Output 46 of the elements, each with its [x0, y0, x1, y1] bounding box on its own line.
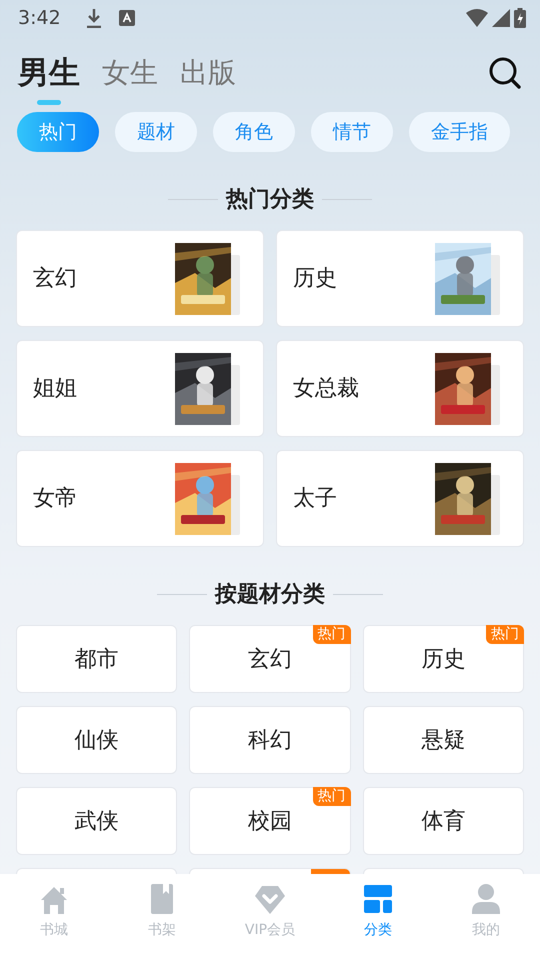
- category-card[interactable]: 姐姐: [16, 340, 264, 437]
- category-card[interactable]: 女帝: [16, 450, 264, 547]
- category-label: 玄幻: [33, 265, 77, 293]
- category-card[interactable]: 女总裁: [276, 340, 524, 437]
- genre-card[interactable]: 仙侠: [16, 706, 178, 774]
- keyboard-a-icon: [118, 10, 135, 26]
- genre-label: 玄幻: [248, 646, 292, 674]
- genre-card[interactable]: 校园 热门: [189, 787, 351, 855]
- hot-badge: 热门: [312, 625, 351, 644]
- hot-badge: 热门: [312, 787, 351, 806]
- grid-icon: [361, 882, 395, 916]
- category-card[interactable]: 历史: [276, 230, 524, 327]
- wifi-icon: [466, 9, 488, 27]
- genre-card[interactable]: 历史 热门: [362, 625, 524, 693]
- battery-icon: [514, 8, 526, 28]
- section-title: 按题材分类: [215, 580, 325, 608]
- genre-card[interactable]: 都市: [16, 625, 178, 693]
- category-label: 历史: [293, 265, 337, 293]
- category-label: 女帝: [33, 485, 77, 513]
- genre-label: 历史: [421, 646, 466, 674]
- genre-card[interactable]: 武侠: [16, 787, 178, 855]
- genre-label: 体育: [421, 808, 466, 836]
- clock: 3:42: [18, 6, 61, 31]
- genre-card[interactable]: 悬疑: [362, 706, 524, 774]
- genre-card[interactable]: 玄幻 热门: [189, 625, 351, 693]
- genre-label: 科幻: [248, 726, 292, 754]
- genre-label: 校园: [248, 808, 292, 836]
- category-label: 女总裁: [293, 375, 359, 403]
- genre-card[interactable]: [189, 868, 351, 874]
- genre-label: 悬疑: [421, 726, 466, 754]
- category-label: 太子: [293, 485, 337, 513]
- section-title: 热门分类: [226, 186, 314, 214]
- hot-badge: 热门: [486, 625, 524, 644]
- genre-label: 仙侠: [74, 726, 119, 754]
- person-icon: [469, 882, 503, 916]
- genre-card[interactable]: 科幻: [189, 706, 351, 774]
- category-card[interactable]: 玄幻: [16, 230, 264, 327]
- category-card[interactable]: 太子: [276, 450, 524, 547]
- search-icon[interactable]: [488, 56, 522, 90]
- genre-card[interactable]: 体育: [362, 787, 524, 855]
- genre-label: 都市: [74, 646, 119, 674]
- genre-label: 武侠: [74, 808, 119, 836]
- download-icon: [84, 8, 103, 28]
- tab[interactable]: 男生: [18, 53, 80, 105]
- category-label: 姐姐: [33, 375, 77, 403]
- signal-icon: [492, 9, 510, 27]
